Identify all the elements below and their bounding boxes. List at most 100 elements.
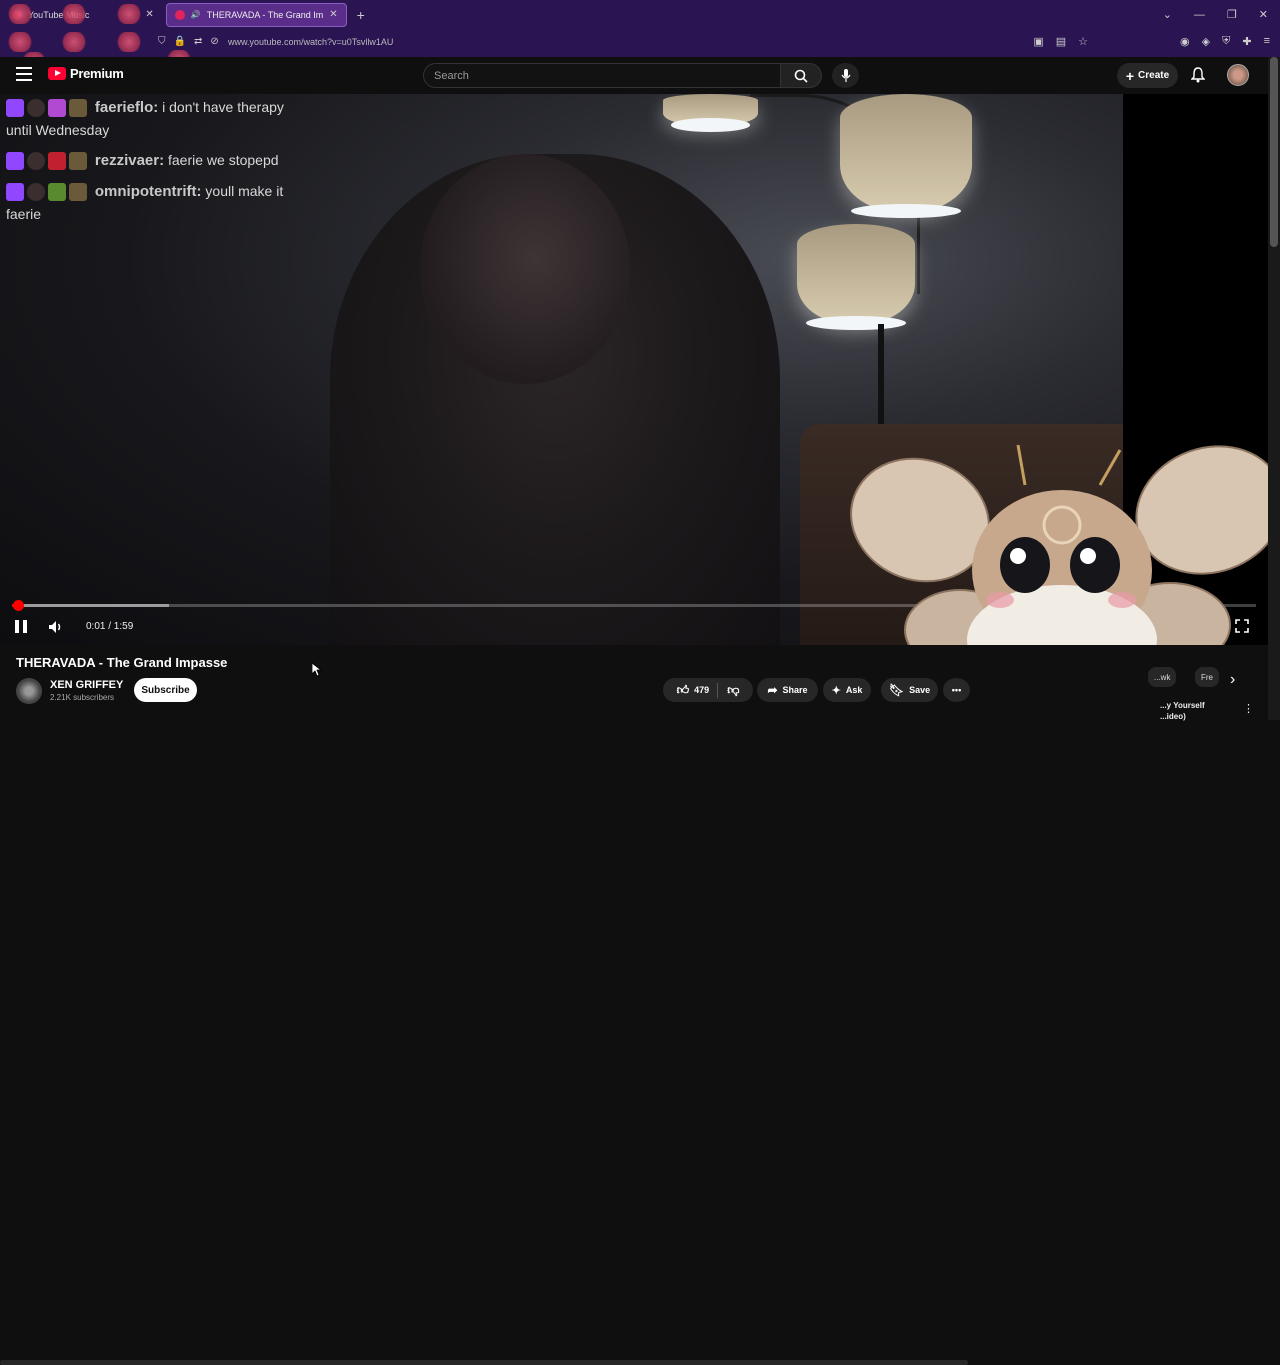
- more-dots-icon: •••: [951, 685, 962, 695]
- search-icon: [794, 69, 808, 83]
- tab-youtube-music[interactable]: YouTube Music ✕: [4, 3, 162, 27]
- address-right-icons: ▣ ▤ ☆ ◉ ◈ ⛨ ✚ ≡: [1033, 35, 1270, 48]
- close-tab-icon[interactable]: ✕: [329, 9, 337, 20]
- sword-badge-icon: [48, 183, 66, 202]
- share-icon: ➦: [767, 683, 778, 697]
- chat-message: omnipotentrift: youll make it faerie: [0, 178, 290, 231]
- logo-text: Premium: [70, 66, 124, 81]
- camera-badge-icon: [48, 152, 66, 171]
- stream-chat-overlay: faerieflo: i don't have therapy until We…: [0, 94, 290, 231]
- create-label: Create: [1138, 70, 1170, 81]
- bookmark-star-icon[interactable]: ☆: [1078, 35, 1088, 48]
- notifications-bell-icon[interactable]: [1191, 67, 1205, 83]
- lamp-shade: [663, 94, 758, 132]
- thumbs-up-icon: 👍︎: [676, 682, 690, 697]
- twitch-badge-icon: [6, 183, 24, 202]
- twitch-badge-icon: [6, 152, 24, 171]
- twitch-badge-icon: [6, 99, 24, 118]
- speaker-icon: 🔊: [190, 10, 201, 19]
- extensions-icon[interactable]: ✚: [1242, 35, 1251, 48]
- picture-in-picture-icon[interactable]: ▣: [1033, 35, 1043, 48]
- close-tab-icon[interactable]: ✕: [145, 9, 153, 20]
- close-window-icon[interactable]: ✕: [1259, 8, 1268, 21]
- channel-name[interactable]: XEN GRIFFEY: [50, 679, 123, 691]
- ask-label: Ask: [845, 685, 863, 695]
- address-left-icons: ⛉ 🔒 ⇄ ⊘: [158, 36, 219, 47]
- more-actions-button[interactable]: •••: [943, 678, 970, 702]
- chat-username: faerieflo:: [94, 99, 159, 116]
- search-input[interactable]: Search: [423, 63, 781, 88]
- tab-label: THERAVADA - The Grand Im: [206, 9, 324, 20]
- bookmark-icon: 🔖︎: [888, 683, 905, 697]
- lamp-shade: [797, 224, 915, 330]
- share-label: Share: [782, 685, 808, 695]
- save-label: Save: [909, 685, 931, 695]
- chevron-down-icon[interactable]: ⌄: [1163, 8, 1172, 21]
- shield-icon[interactable]: ⛉: [158, 36, 166, 47]
- restore-icon[interactable]: ❐: [1227, 8, 1237, 21]
- search-button[interactable]: [780, 63, 822, 88]
- time-display: 0:01 / 1:59: [86, 621, 134, 632]
- like-count: 479: [694, 685, 710, 695]
- window-controls: ⌄ — ❐ ✕: [1163, 0, 1280, 29]
- youtube-icon: [174, 9, 185, 20]
- new-tab-icon[interactable]: +: [357, 7, 365, 23]
- plus-icon: +: [1125, 67, 1135, 84]
- volume-icon[interactable]: [48, 620, 64, 634]
- tab-label: YouTube Music: [28, 9, 90, 20]
- minimize-icon[interactable]: —: [1194, 9, 1205, 21]
- dislike-button[interactable]: 👎︎: [723, 683, 739, 698]
- vertical-dots-icon[interactable]: ⋮: [1243, 702, 1254, 715]
- scrollbar-thumb[interactable]: [1270, 57, 1278, 247]
- pause-icon[interactable]: [15, 620, 27, 633]
- create-button[interactable]: + Create: [1117, 63, 1178, 88]
- mouse-cursor-icon: [312, 663, 322, 677]
- youtube-premium-logo[interactable]: Premium: [48, 66, 124, 81]
- like-button[interactable]: 👍︎ 479: [676, 682, 719, 698]
- channel-avatar[interactable]: [16, 678, 42, 704]
- recommendation-chip[interactable]: ...wk: [1148, 667, 1177, 687]
- emote-badge-icon: [69, 152, 87, 171]
- chevron-right-icon[interactable]: ›: [1230, 671, 1235, 689]
- person-head: [420, 154, 630, 384]
- chat-username: rezzivaer:: [94, 152, 165, 169]
- share-button[interactable]: ➦ Share: [757, 678, 818, 702]
- emote-badge-icon: [69, 183, 87, 202]
- chat-message: rezzivaer: faerie we stopepd: [0, 147, 290, 178]
- recommended-video-title[interactable]: ...y Yourself ...ideo): [1160, 700, 1220, 722]
- extension-shield-icon[interactable]: ⛨: [1222, 35, 1230, 48]
- permissions-icon[interactable]: ⇄: [194, 36, 202, 47]
- like-dislike-group: 👍︎ 479 👎︎: [663, 678, 753, 702]
- video-meta: THERAVADA - The Grand Impasse XEN GRIFFE…: [0, 645, 1280, 1365]
- tracking-icon[interactable]: ⊘: [210, 36, 218, 47]
- volume-icon[interactable]: ◈: [1202, 35, 1210, 48]
- recommendation-chip[interactable]: Fre: [1195, 667, 1219, 687]
- lock-icon[interactable]: 🔒: [174, 36, 186, 47]
- voice-search-button[interactable]: [832, 63, 859, 88]
- description-bar[interactable]: [0, 1360, 968, 1365]
- microphone-icon: [841, 68, 850, 82]
- browser-tab-strip: YouTube Music ✕ 🔊 THERAVADA - The Grand …: [0, 0, 1280, 29]
- video-title: THERAVADA - The Grand Impasse: [16, 655, 228, 670]
- youtube-header: Premium Search + Create: [0, 57, 1280, 94]
- chat-username: omnipotentrift:: [94, 183, 202, 200]
- account-icon[interactable]: ◉: [1180, 35, 1190, 48]
- tab-theravada[interactable]: 🔊 THERAVADA - The Grand Im ✕: [165, 2, 347, 27]
- account-avatar[interactable]: [1227, 64, 1249, 86]
- subscribe-button[interactable]: Subscribe: [134, 678, 197, 702]
- address-bar: ⛉ 🔒 ⇄ ⊘ www.youtube.com/watch?v=u0Tsvllw…: [0, 29, 1280, 57]
- youtube-music-icon: [12, 9, 22, 20]
- url-field[interactable]: www.youtube.com/watch?v=u0Tsvllw1AU: [228, 37, 393, 47]
- heart-badge-icon: [48, 99, 66, 118]
- reader-icon[interactable]: ▤: [1056, 35, 1066, 48]
- save-button[interactable]: 🔖︎ Save: [881, 678, 938, 702]
- page-scrollbar[interactable]: [1268, 57, 1280, 720]
- ask-button[interactable]: ✦ Ask: [823, 678, 871, 702]
- emote-badge-icon: [69, 99, 87, 118]
- menu-icon[interactable]: ≡: [1264, 35, 1270, 48]
- user-badge-icon: [27, 99, 45, 118]
- sparkle-icon: ✦: [831, 684, 841, 697]
- chat-message: faerieflo: i don't have therapy until We…: [0, 94, 290, 147]
- user-badge-icon: [27, 183, 45, 202]
- hamburger-menu-icon[interactable]: [16, 67, 32, 81]
